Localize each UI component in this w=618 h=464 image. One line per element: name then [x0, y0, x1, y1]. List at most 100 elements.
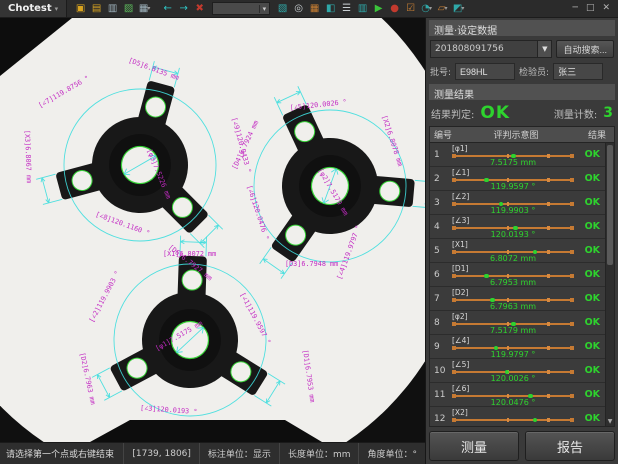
column-header-result: 结果 [580, 128, 614, 141]
row-number: 6 [434, 270, 448, 280]
table-row[interactable]: 2[∠1]119.9597 °OK [430, 167, 614, 191]
feature-tag: [φ2] [452, 312, 468, 321]
column-header-diagram: 评判示意图 [452, 128, 580, 141]
batch-label: 批号: [430, 65, 451, 78]
stage-bottom-edge [90, 420, 322, 442]
dimension-label: [D3]6.7948 mm [285, 260, 338, 268]
measured-value: 119.9597 ° [452, 182, 574, 191]
measured-value-marker [533, 418, 538, 423]
open-project-icon[interactable]: ▣ [73, 1, 88, 16]
table-row[interactable]: 1[φ1]7.5175 mmOK [430, 143, 614, 167]
table-scrollbar[interactable]: ▼ [605, 143, 614, 426]
feature-tag: [∠3] [452, 216, 469, 225]
table-row[interactable]: 6[D1]6.7953 mmOK [430, 263, 614, 287]
report-button[interactable]: 报告 [525, 431, 615, 461]
table-row[interactable]: 5[X1]6.8072 mmOK [430, 239, 614, 263]
scrollbar-thumb[interactable] [607, 145, 613, 265]
dimension-label: [X1]6.8072 mm [163, 250, 216, 258]
result-badge: OK [585, 245, 600, 256]
result-badge: OK [585, 365, 600, 376]
minimize-button[interactable]: ─ [573, 4, 578, 13]
list-icon[interactable]: ☰ [339, 1, 354, 16]
result-badge: OK [585, 197, 600, 208]
feature-tag: [∠6] [452, 384, 469, 393]
delete-icon[interactable]: ✖ [192, 1, 207, 16]
save-as-icon[interactable]: ▦▾ [137, 1, 152, 16]
tolerance-slider [452, 417, 574, 423]
results-table-body: 1[φ1]7.5175 mmOK2[∠1]119.9597 °OK3[∠2]11… [430, 143, 614, 426]
status-length-unit: 长度单位：mm [279, 443, 359, 464]
app-menu-button[interactable]: Chotest ▾ [0, 0, 67, 17]
status-coordinates: [1739, 1806] [123, 443, 199, 464]
measured-value: 120.0476 ° [452, 398, 574, 407]
play-icon[interactable]: ▶ [371, 1, 386, 16]
chevron-down-icon: ▾ [55, 5, 59, 13]
batch-input[interactable] [455, 63, 515, 80]
app-window: Chotest ▾ ▣▤▥▨▦▾←→✖▾▧◎▦◧☰▥▶●☑◔▾▱▾◩▾ ─ □ … [0, 0, 618, 464]
measured-value: 6.8072 mm [452, 254, 574, 263]
scrollbar-down-icon[interactable]: ▼ [606, 418, 614, 425]
result-judgement-value: OK [480, 103, 510, 123]
section-measure-results: 测量结果 [429, 84, 615, 100]
measurement-canvas[interactable]: [D5]6.8135 mm[∠7]119.8756 °[∠9]120.0433 … [0, 18, 425, 442]
back-icon[interactable]: ← [160, 1, 175, 16]
monitor-icon[interactable]: ◧ [323, 1, 338, 16]
image-icon[interactable]: ▧ [275, 1, 290, 16]
inspector-input[interactable] [553, 63, 603, 80]
zoom-tool-icon[interactable]: ◎ [291, 1, 306, 16]
measure-count-label: 测量计数: [554, 106, 597, 121]
table-row[interactable]: 4[∠3]120.0193 °OK [430, 215, 614, 239]
forward-icon[interactable]: → [176, 1, 191, 16]
table-row[interactable]: 8[φ2]7.5179 mmOK [430, 311, 614, 335]
measured-value: 119.9797 ° [452, 350, 574, 359]
chevron-down-icon: ▾ [444, 6, 447, 12]
close-button[interactable]: ✕ [602, 4, 610, 13]
dataset-value: 201808091756 [435, 44, 504, 54]
statusbar: 请选择第一个点或右键结束 [1739, 1806] 标注单位：显示 长度单位：m… [0, 442, 425, 464]
window-controls: ─ □ ✕ [565, 4, 618, 13]
result-badge: OK [585, 221, 600, 232]
feature-tag: [D1] [452, 264, 468, 273]
panel-icon[interactable]: ▥ [355, 1, 370, 16]
feature-tag: [∠1] [452, 168, 469, 177]
inspector-label: 检验员: [519, 65, 549, 78]
result-badge: OK [585, 413, 600, 424]
toolbar-combobox[interactable]: ▾ [212, 2, 270, 15]
result-badge: OK [585, 389, 600, 400]
record-icon[interactable]: ● [387, 1, 402, 16]
table-row[interactable]: 11 [∠6] 120.0476 ° OK [430, 383, 614, 407]
layers-icon[interactable]: ▱▾ [435, 1, 450, 16]
table-row[interactable]: 10[∠5]120.0026 °OK [430, 359, 614, 383]
dataset-combobox[interactable]: 201808091756 ▼ [430, 40, 552, 58]
shapes-icon[interactable]: ◔▾ [419, 1, 434, 16]
user-icon[interactable]: ◩▾ [451, 1, 466, 16]
auto-search-button[interactable]: 自动搜索... [556, 40, 614, 58]
chevron-down-icon[interactable]: ▼ [537, 41, 551, 57]
table-row[interactable]: 12[X2]OK [430, 407, 614, 426]
maximize-button[interactable]: □ [586, 4, 595, 13]
save-icon[interactable]: ▥ [105, 1, 120, 16]
row-number: 9 [434, 342, 448, 352]
measured-value: 6.7963 mm [452, 302, 574, 311]
grid-icon[interactable]: ▦ [307, 1, 322, 16]
row-number: 8 [434, 318, 448, 328]
table-row[interactable]: 9[∠4]119.9797 °OK [430, 335, 614, 359]
canvas-svg: [D5]6.8135 mm[∠7]119.8756 °[∠9]120.0433 … [0, 18, 425, 442]
row-number: 11 [434, 390, 448, 400]
chevron-down-icon: ▾ [461, 6, 464, 12]
approve-icon[interactable]: ☑ [403, 1, 418, 16]
result-badge: OK [585, 269, 600, 280]
measured-value: 7.5175 mm [452, 158, 574, 167]
feature-tag: [∠5] [452, 360, 469, 369]
feature-tag: [D2] [452, 288, 468, 297]
measure-count-value: 3 [603, 105, 613, 121]
chevron-down-icon: ▾ [147, 6, 150, 12]
result-badge: OK [585, 341, 600, 352]
measure-button[interactable]: 测量 [429, 431, 519, 461]
table-row[interactable]: 7[D2]6.7963 mmOK [430, 287, 614, 311]
table-row[interactable]: 3[∠2]119.9903 °OK [430, 191, 614, 215]
titlebar: Chotest ▾ ▣▤▥▨▦▾←→✖▾▧◎▦◧☰▥▶●☑◔▾▱▾◩▾ ─ □ … [0, 0, 618, 18]
edit-program-icon[interactable]: ▨ [121, 1, 136, 16]
measured-value: 120.0193 ° [452, 230, 574, 239]
open-file-icon[interactable]: ▤ [89, 1, 104, 16]
